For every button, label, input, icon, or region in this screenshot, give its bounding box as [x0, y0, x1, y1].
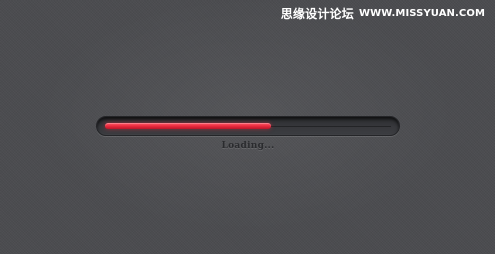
watermark-site-name: 思缘设计论坛: [280, 7, 354, 21]
loading-indicator: Loading...: [96, 116, 400, 151]
progress-bar-groove: [271, 126, 391, 127]
loading-status-text: Loading...: [221, 141, 275, 151]
watermark: 思缘设计论坛 WWW.MISSYUAN.COM: [281, 7, 485, 21]
watermark-site-url: WWW.MISSYUAN.COM: [358, 8, 485, 19]
progress-bar-track: [96, 116, 400, 136]
progress-bar-fill: [105, 123, 271, 129]
